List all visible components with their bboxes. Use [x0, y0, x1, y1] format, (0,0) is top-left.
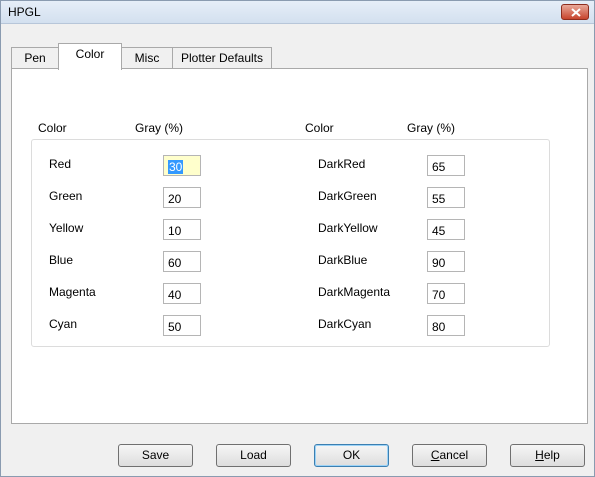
left-color-header: Color	[38, 121, 67, 135]
label-red: Red	[49, 157, 72, 171]
input-darkmagenta[interactable]: 70	[427, 283, 465, 304]
label-yellow: Yellow	[49, 221, 84, 235]
label-magenta: Magenta	[49, 285, 96, 299]
input-darkblue[interactable]: 90	[427, 251, 465, 272]
input-darkyellow[interactable]: 45	[427, 219, 465, 240]
label-darkmagenta: DarkMagenta	[318, 285, 391, 299]
cancel-button[interactable]: Cancel	[412, 444, 487, 467]
right-gray-header: Gray (%)	[407, 121, 455, 135]
title-bar: HPGL	[1, 1, 594, 24]
label-darkcyan: DarkCyan	[318, 317, 372, 331]
tab-color[interactable]: Color	[58, 43, 122, 70]
save-button[interactable]: Save	[118, 444, 193, 467]
input-blue[interactable]: 60	[163, 251, 201, 272]
tab-plotter-defaults[interactable]: Plotter Defaults	[172, 47, 272, 68]
label-darkred: DarkRed	[318, 157, 366, 171]
input-darkgreen[interactable]: 55	[427, 187, 465, 208]
input-red[interactable]: 30	[163, 155, 201, 176]
color-group-box	[31, 139, 550, 347]
input-darkcyan[interactable]: 80	[427, 315, 465, 336]
input-cyan[interactable]: 50	[163, 315, 201, 336]
input-green[interactable]: 20	[163, 187, 201, 208]
label-green: Green	[49, 189, 83, 203]
label-darkblue: DarkBlue	[318, 253, 368, 267]
label-blue: Blue	[49, 253, 74, 267]
load-button[interactable]: Load	[216, 444, 291, 467]
tab-panel-color: Color Gray (%) Color Gray (%) Red 30 Gre…	[11, 68, 588, 424]
right-color-header: Color	[305, 121, 334, 135]
dialog-window: HPGL Pen Color Misc Plotter Defaults Col…	[0, 0, 595, 477]
tab-pen[interactable]: Pen	[11, 47, 59, 68]
input-yellow[interactable]: 10	[163, 219, 201, 240]
label-darkgreen: DarkGreen	[318, 189, 377, 203]
close-icon	[571, 8, 581, 17]
ok-button[interactable]: OK	[314, 444, 389, 467]
window-title: HPGL	[8, 5, 41, 19]
left-gray-header: Gray (%)	[135, 121, 183, 135]
help-button[interactable]: Help	[510, 444, 585, 467]
label-cyan: Cyan	[49, 317, 78, 331]
close-button[interactable]	[561, 4, 589, 20]
input-magenta[interactable]: 40	[163, 283, 201, 304]
input-darkred[interactable]: 65	[427, 155, 465, 176]
label-darkyellow: DarkYellow	[318, 221, 378, 235]
tab-misc[interactable]: Misc	[121, 47, 173, 68]
